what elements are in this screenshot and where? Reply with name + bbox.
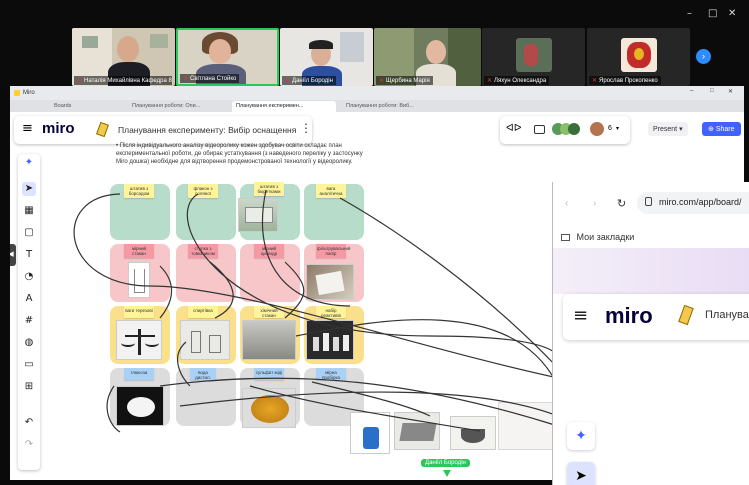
back-icon[interactable]: ‹ <box>565 198 568 209</box>
participant-name: ✕ Даніїл Бородін <box>282 76 336 85</box>
muted-mic-icon: ✕ <box>285 78 291 84</box>
participant-name: ✕ Ярослав Прокопенко <box>589 76 661 85</box>
folder-icon <box>561 234 570 242</box>
page-banner <box>553 248 749 294</box>
participant-name: ✕ Щербина Марія <box>376 76 433 85</box>
connector-line[interactable] <box>159 377 559 427</box>
participant-name: ✕ Світлана Стойко <box>180 74 240 83</box>
connector-line[interactable] <box>249 385 481 432</box>
url-text: miro.com/app/board/ <box>659 197 742 207</box>
participant-tile-1[interactable]: ✕ Наталія Михайлівна Кафедра 8 <box>72 28 175 86</box>
url-field[interactable]: miro.com/app/board/ <box>637 192 749 214</box>
participant-tile-6[interactable]: ✕ Ярослав Прокопенко <box>587 28 690 86</box>
close-icon[interactable]: ✕ <box>728 8 736 19</box>
connector-line[interactable] <box>311 381 431 417</box>
participant-tile-3[interactable]: ✕ Даніїл Бородін <box>280 28 373 86</box>
collaborator-cursor-icon <box>443 470 451 477</box>
participant-tile-4[interactable]: ✕ Щербина Марія <box>374 28 481 86</box>
board-title[interactable]: Плануван <box>705 309 749 321</box>
reload-icon[interactable]: ↻ <box>617 197 626 210</box>
next-page-button[interactable]: › <box>696 49 711 64</box>
connector-line[interactable] <box>73 193 559 379</box>
connector-line[interactable] <box>159 265 173 319</box>
muted-mic-icon: ✕ <box>77 78 83 84</box>
address-bar-area: ‹ › ↻ miro.com/app/board/ <box>553 182 749 230</box>
screen: – □ ✕ ✕ Наталія Михайлівна Кафедра 8 ✕ Сві… <box>0 0 749 485</box>
connector-line[interactable] <box>186 193 563 407</box>
collaborator-cursor-label: Даніїл Бородін <box>421 459 470 467</box>
connector-line[interactable] <box>261 189 351 307</box>
connector-line[interactable] <box>177 341 191 387</box>
muted-mic-icon: ✕ <box>592 78 598 84</box>
muted-mic-icon: ✕ <box>183 76 189 82</box>
zoom-participant-bar: – □ ✕ ✕ Наталія Михайлівна Кафедра 8 ✕ Сві… <box>0 0 749 86</box>
muted-mic-icon: ✕ <box>379 78 385 84</box>
participant-name: ✕ Наталія Михайлівна Кафедра 8 <box>74 76 172 85</box>
bookmarks-bar: Мои закладки <box>553 226 749 248</box>
forward-icon[interactable]: › <box>593 198 596 209</box>
board-icon <box>678 304 694 326</box>
ai-sparkle-icon[interactable]: ✦ <box>567 422 595 450</box>
participant-tile-2-active-speaker[interactable]: ✕ Світлана Стойко <box>176 28 279 86</box>
participant-name: ✕ Ляхун Олександра <box>484 76 550 85</box>
lock-icon <box>645 197 652 206</box>
maximize-icon[interactable]: □ <box>708 8 717 19</box>
minimize-icon[interactable]: – <box>687 8 692 19</box>
participant-tile-5[interactable]: ✕ Ляхун Олександра <box>482 28 585 86</box>
board-title-panel-zoomed: ≡ miro Плануван <box>563 294 749 340</box>
miro-logo: miro <box>605 303 653 328</box>
connector-line[interactable] <box>106 385 121 433</box>
bookmarks-folder[interactable]: Мои закладки <box>577 232 635 242</box>
hamburger-menu-icon[interactable]: ≡ <box>573 305 588 326</box>
select-cursor-icon[interactable]: ➤ <box>567 462 595 485</box>
muted-mic-icon: ✕ <box>487 78 493 84</box>
second-browser-window: ‹ › ↻ miro.com/app/board/ Мои закладки ≡… <box>552 182 749 485</box>
connector-line[interactable] <box>209 261 234 319</box>
